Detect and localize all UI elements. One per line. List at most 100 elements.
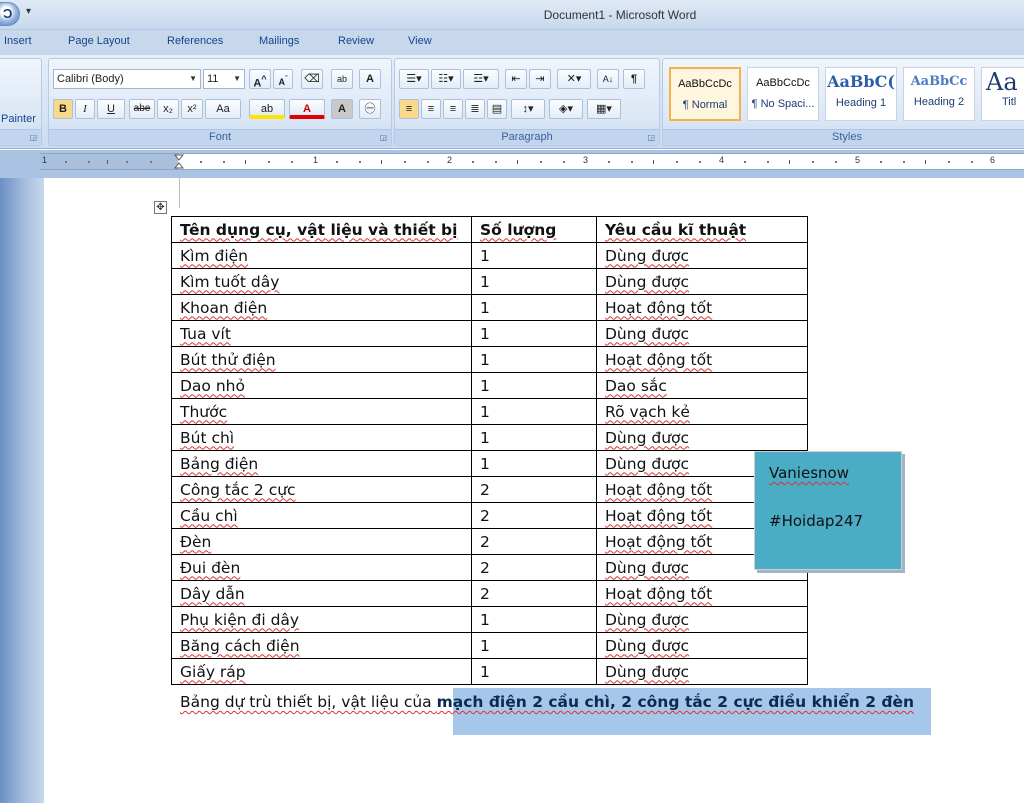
tab-page-layout[interactable]: Page Layout (68, 35, 130, 47)
table-cell[interactable]: Dùng được (596, 320, 808, 347)
clipboard-launcher-icon[interactable]: ◲ (29, 133, 37, 142)
justify-icon[interactable]: ≣ (465, 99, 485, 119)
table-cell[interactable]: Bút thử điện (171, 346, 472, 373)
bold-button[interactable]: B (53, 99, 73, 119)
table-cell[interactable]: Dùng được (596, 424, 808, 451)
borders-icon[interactable]: ▦▾ (587, 99, 621, 119)
table-cell[interactable]: Khoan điện (171, 294, 472, 321)
table-header[interactable]: Số lượng (471, 216, 597, 243)
tab-view[interactable]: View (408, 35, 432, 47)
table-cell[interactable]: Tua vít (171, 320, 472, 347)
style-normal[interactable]: AaBbCcDc ¶ Normal (669, 67, 741, 121)
underline-button[interactable]: U (97, 99, 125, 119)
table-cell[interactable]: Thước (171, 398, 472, 425)
shading-icon[interactable]: ◈▾ (549, 99, 583, 119)
highlight-color-icon[interactable]: ab (249, 99, 285, 119)
table-cell[interactable]: Dao nhỏ (171, 372, 472, 399)
asian-layout-icon[interactable]: ✕▾ (557, 69, 591, 89)
watermark-text-box[interactable]: Vaniesnow #Hoidap247 (754, 451, 902, 570)
indent-marker-icon[interactable] (174, 154, 184, 170)
multilevel-list-icon[interactable]: ☲▾ (463, 69, 499, 89)
table-cell[interactable]: Dao sắc (596, 372, 808, 399)
font-size-combo[interactable]: 11 ▼ (203, 69, 245, 89)
table-cell[interactable]: Dùng được (596, 658, 808, 685)
table-cell[interactable]: 2 (471, 554, 597, 581)
show-hide-marks-icon[interactable]: ¶ (623, 69, 645, 89)
table-cell[interactable]: 1 (471, 320, 597, 347)
style-no-spacing[interactable]: AaBbCcDc ¶ No Spaci... (747, 67, 819, 121)
style-heading-1[interactable]: AaBbC( Heading 1 (825, 67, 897, 121)
shrink-font-button[interactable]: Aˇ (273, 69, 293, 89)
table-cell[interactable]: 1 (471, 294, 597, 321)
table-cell[interactable]: Dùng được (596, 242, 808, 269)
table-cell[interactable]: 1 (471, 606, 597, 633)
character-border-icon[interactable]: A (359, 69, 381, 89)
font-color-icon[interactable]: A (289, 99, 325, 119)
character-shading-icon[interactable]: A (331, 99, 353, 119)
align-center-icon[interactable]: ≡ (421, 99, 441, 119)
paragraph-launcher-icon[interactable]: ◲ (647, 133, 655, 142)
style-title[interactable]: Aa Titl (981, 67, 1024, 121)
table-cell[interactable]: Cầu chì (171, 502, 472, 529)
strikethrough-button[interactable]: abe (129, 99, 155, 119)
table-cell[interactable]: Bảng điện (171, 450, 472, 477)
clear-formatting-icon[interactable]: ⌫ (301, 69, 323, 89)
table-cell[interactable]: 1 (471, 372, 597, 399)
table-cell[interactable]: Đui đèn (171, 554, 472, 581)
distributed-icon[interactable]: ▤ (487, 99, 507, 119)
table-cell[interactable]: Giấy ráp (171, 658, 472, 685)
table-cell[interactable]: 1 (471, 268, 597, 295)
line-spacing-icon[interactable]: ↕▾ (511, 99, 545, 119)
table-cell[interactable]: 2 (471, 580, 597, 607)
table-cell[interactable]: Phụ kiện đi dây (171, 606, 472, 633)
change-case-button[interactable]: Aa (205, 99, 241, 119)
table-cell[interactable]: Hoạt động tốt (596, 294, 808, 321)
table-caption[interactable]: Bảng dự trù thiết bị, vật liệu của mạch … (180, 693, 914, 711)
table-header[interactable]: Yêu cầu kĩ thuật (596, 216, 808, 243)
table-cell[interactable]: Băng cách điện (171, 632, 472, 659)
table-cell[interactable]: Kìm tuốt dây (171, 268, 472, 295)
table-cell[interactable]: 2 (471, 528, 597, 555)
sort-icon[interactable]: A↓ (597, 69, 619, 89)
enclose-characters-icon[interactable]: ㊀ (359, 99, 381, 119)
bullets-icon[interactable]: ☰▾ (399, 69, 429, 89)
table-cell[interactable]: 1 (471, 424, 597, 451)
tab-review[interactable]: Review (338, 35, 374, 47)
grow-font-button[interactable]: A^ (249, 69, 271, 90)
table-cell[interactable]: 2 (471, 502, 597, 529)
font-launcher-icon[interactable]: ◲ (379, 133, 387, 142)
font-name-combo[interactable]: Calibri (Body) ▼ (53, 69, 201, 89)
table-cell[interactable]: Dùng được (596, 632, 808, 659)
align-left-icon[interactable]: ≡ (399, 99, 419, 119)
table-cell[interactable]: Bút chì (171, 424, 472, 451)
numbering-icon[interactable]: ☷▾ (431, 69, 461, 89)
style-heading-2[interactable]: AaBbCc Heading 2 (903, 67, 975, 121)
decrease-indent-icon[interactable]: ⇤ (505, 69, 527, 89)
table-cell[interactable]: Hoạt động tốt (596, 580, 808, 607)
table-cell[interactable]: Dây dẫn (171, 580, 472, 607)
italic-button[interactable]: I (75, 99, 95, 119)
table-cell[interactable]: Rõ vạch kẻ (596, 398, 808, 425)
tab-mailings[interactable]: Mailings (259, 35, 299, 47)
table-cell[interactable]: 1 (471, 242, 597, 269)
table-cell[interactable]: 1 (471, 398, 597, 425)
subscript-button[interactable]: x₂ (157, 99, 179, 119)
table-header[interactable]: Tên dụng cụ, vật liệu và thiết bị (171, 216, 472, 243)
table-cell[interactable]: Dùng được (596, 268, 808, 295)
table-cell[interactable]: 1 (471, 346, 597, 373)
table-cell[interactable]: 1 (471, 450, 597, 477)
table-cell[interactable]: 2 (471, 476, 597, 503)
align-right-icon[interactable]: ≡ (443, 99, 463, 119)
horizontal-ruler[interactable]: 1 1 2 3 4 5 6 (40, 153, 1024, 170)
table-cell[interactable]: 1 (471, 632, 597, 659)
format-painter-button[interactable]: Painter (1, 113, 36, 125)
tab-insert[interactable]: Insert (4, 35, 32, 47)
table-cell[interactable]: Công tắc 2 cực (171, 476, 472, 503)
table-cell[interactable]: 1 (471, 658, 597, 685)
equipment-table[interactable]: Tên dụng cụ, vật liệu và thiết bị Số lượ… (171, 216, 808, 685)
phonetic-guide-icon[interactable]: ab (331, 69, 353, 89)
increase-indent-icon[interactable]: ⇥ (529, 69, 551, 89)
tab-references[interactable]: References (167, 35, 223, 47)
table-cell[interactable]: Hoạt động tốt (596, 346, 808, 373)
table-cell[interactable]: Kìm điện (171, 242, 472, 269)
